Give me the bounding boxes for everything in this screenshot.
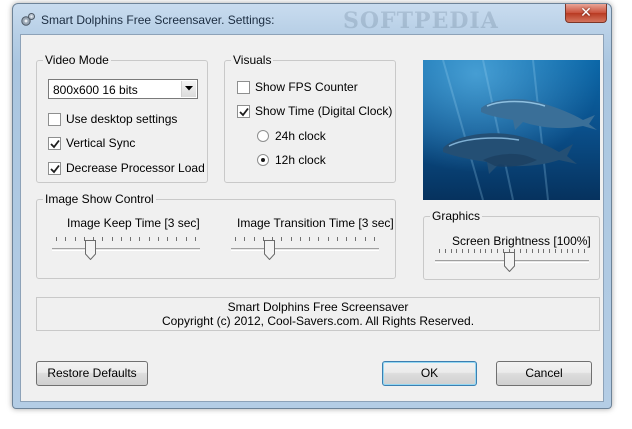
gears-icon: [20, 12, 36, 28]
slider-track: [52, 248, 200, 251]
checkbox-box[interactable]: [237, 105, 250, 118]
clock-12h-radio[interactable]: 12h clock: [257, 152, 357, 168]
image-keep-time-slider[interactable]: [52, 237, 200, 263]
resolution-select[interactable]: 800x600 16 bits: [48, 79, 198, 99]
checkbox-box[interactable]: [48, 162, 61, 175]
show-fps-counter-label: Show FPS Counter: [255, 80, 358, 94]
clock-12h-label: 12h clock: [275, 153, 326, 167]
screen-brightness-slider[interactable]: [435, 249, 589, 275]
slider-thumb[interactable]: [264, 240, 275, 260]
restore-defaults-button[interactable]: Restore Defaults: [36, 361, 148, 386]
show-time-checkbox[interactable]: Show Time (Digital Clock): [237, 103, 392, 119]
slider-ticks: [56, 237, 196, 242]
slider-thumb[interactable]: [504, 252, 515, 272]
vertical-sync-label: Vertical Sync: [66, 136, 136, 150]
close-button[interactable]: ✕: [565, 4, 607, 23]
ok-button[interactable]: OK: [382, 361, 477, 386]
close-icon: ✕: [580, 4, 592, 20]
cancel-button[interactable]: Cancel: [496, 361, 592, 386]
dialog-body: Video Mode 800x600 16 bits Use desktop s…: [20, 34, 604, 402]
image-transition-time-slider[interactable]: [231, 237, 379, 263]
settings-window: Smart Dolphins Free Screensaver. Setting…: [12, 3, 612, 409]
radio-circle[interactable]: [257, 154, 269, 166]
about-info-box: Smart Dolphins Free Screensaver Copyrigh…: [36, 297, 600, 331]
dropdown-button[interactable]: [181, 81, 196, 97]
image-transition-time-caption: Image Transition Time [3 sec]: [237, 216, 394, 230]
checkmark-icon: [50, 139, 60, 149]
vertical-sync-checkbox[interactable]: Vertical Sync: [48, 135, 198, 151]
watermark: SOFTPEDIA: [343, 8, 499, 34]
window-title: Smart Dolphins Free Screensaver. Setting…: [41, 13, 275, 27]
image-keep-time-caption: Image Keep Time [3 sec]: [67, 216, 200, 230]
slider-ticks: [235, 237, 375, 242]
chevron-down-icon: [185, 86, 193, 91]
clock-24h-radio[interactable]: 24h clock: [257, 128, 357, 144]
checkbox-box[interactable]: [48, 113, 61, 126]
visuals-legend: Visuals: [231, 53, 274, 67]
video-mode-legend: Video Mode: [43, 53, 111, 67]
slider-track: [231, 248, 379, 251]
copyright-text: Copyright (c) 2012, Cool-Savers.com. All…: [161, 314, 475, 328]
radio-dot: [261, 158, 265, 162]
clock-24h-label: 24h clock: [275, 129, 326, 143]
resolution-value: 800x600 16 bits: [53, 83, 138, 97]
decrease-processor-load-label: Decrease Processor Load: [66, 161, 205, 175]
screen-brightness-caption: Screen Brightness [100%]: [452, 234, 591, 248]
checkmark-icon: [239, 107, 249, 117]
title-bar[interactable]: Smart Dolphins Free Screensaver. Setting…: [13, 4, 611, 34]
checkbox-box[interactable]: [48, 137, 61, 150]
show-fps-counter-checkbox[interactable]: Show FPS Counter: [237, 79, 387, 95]
graphics-legend: Graphics: [430, 209, 483, 223]
checkmark-icon: [50, 164, 60, 174]
dolphin-preview-image: [423, 60, 600, 200]
decrease-processor-load-checkbox[interactable]: Decrease Processor Load: [48, 160, 213, 176]
product-name: Smart Dolphins Free Screensaver: [227, 300, 409, 314]
use-desktop-settings-label: Use desktop settings: [66, 112, 178, 126]
image-show-control-legend: Image Show Control: [43, 192, 156, 206]
use-desktop-settings-checkbox[interactable]: Use desktop settings: [48, 111, 198, 127]
slider-thumb[interactable]: [85, 240, 96, 260]
checkbox-box[interactable]: [237, 81, 250, 94]
radio-circle[interactable]: [257, 130, 269, 142]
show-time-label: Show Time (Digital Clock): [255, 104, 393, 118]
